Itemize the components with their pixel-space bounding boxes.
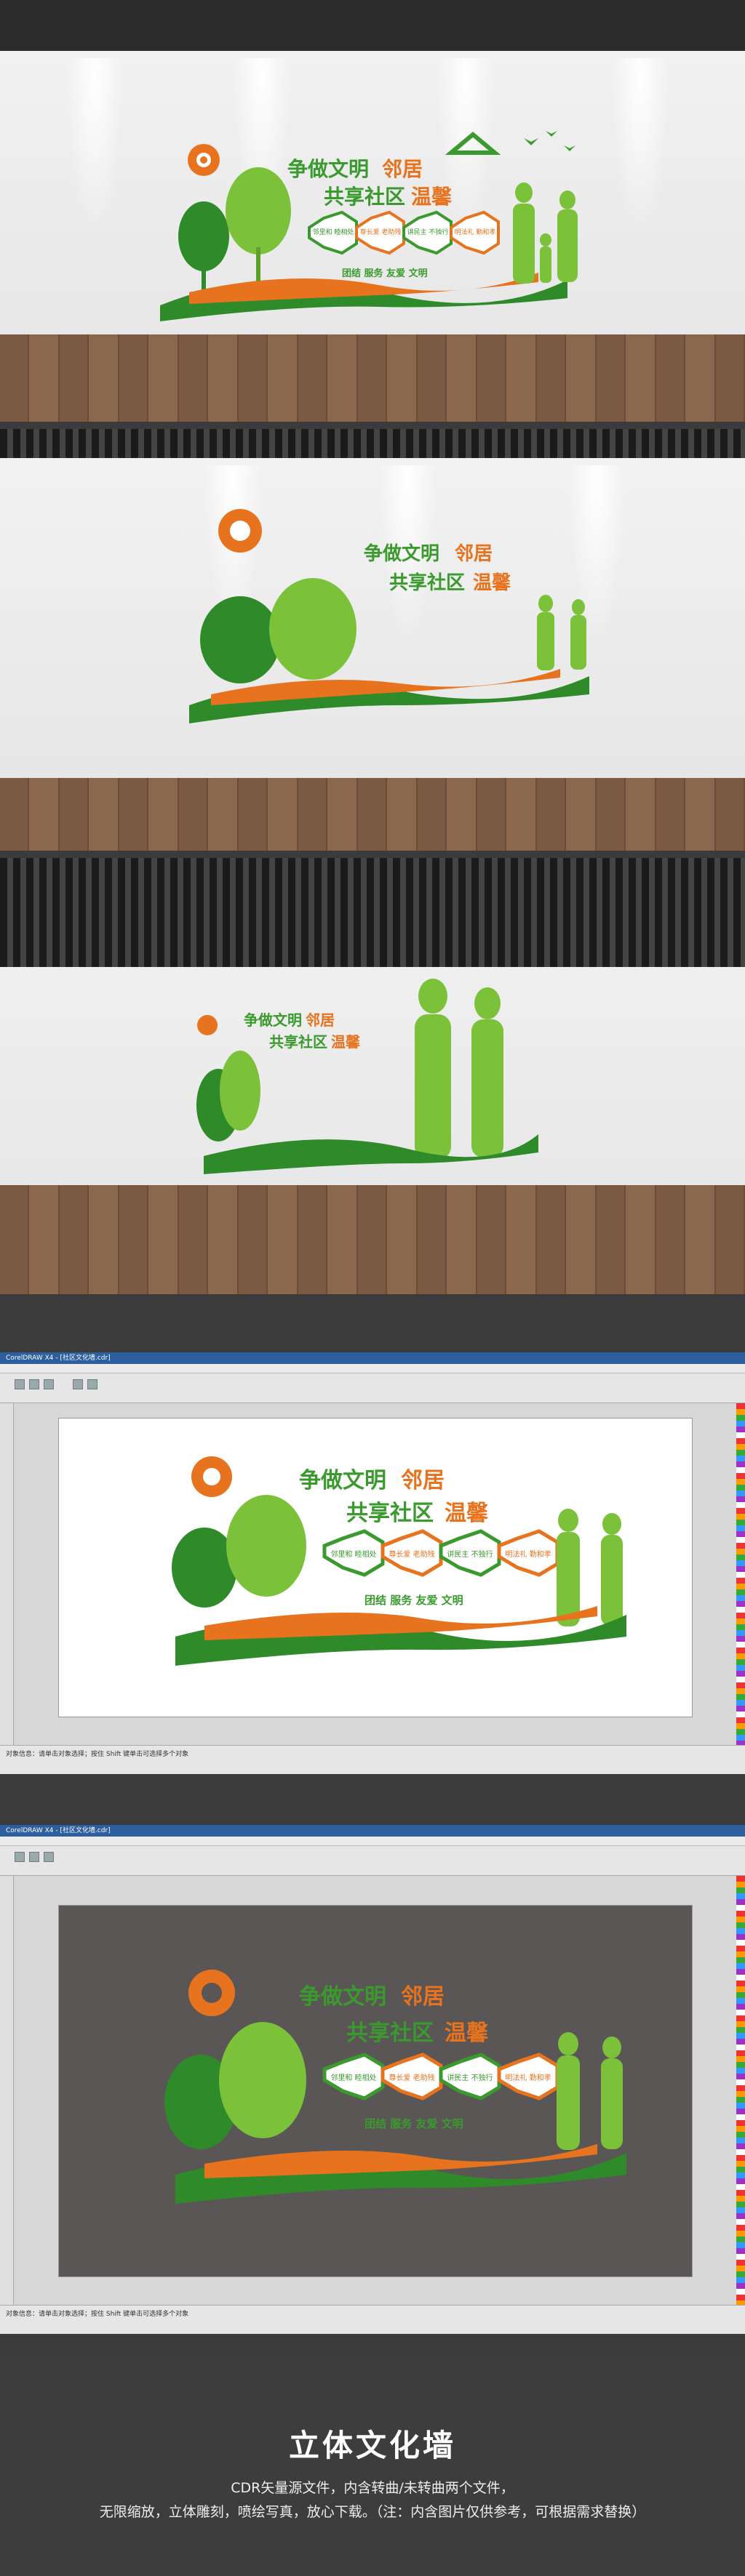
drawing-canvas[interactable]: 争做文明 邻居 共享社区 温馨 邻里和 睦相处 尊长爱 老助残 讲民主 不独行 … [58,1418,693,1717]
tree-icon [226,167,291,254]
family-silhouette-icon [415,979,503,1160]
birds-icon [524,131,575,151]
color-palette[interactable] [736,1403,745,1745]
software-window-1: CorelDRAW X4 - [社区文化墙.cdr] 争做文明 邻居 共享社区 … [0,1352,745,1774]
tree-icon [178,201,229,271]
svg-text:邻居: 邻居 [382,157,423,181]
svg-text:邻里和 睦相处: 邻里和 睦相处 [330,1549,376,1559]
tree-icon [269,578,356,680]
save-icon[interactable] [44,1852,54,1862]
new-file-icon[interactable] [15,1852,25,1862]
toolbar [0,1846,745,1876]
svg-text:温馨: 温馨 [473,572,511,594]
open-file-icon[interactable] [29,1379,39,1389]
undo-icon[interactable] [73,1379,83,1389]
svg-text:讲民主 不独行: 讲民主 不独行 [447,1549,493,1559]
save-icon[interactable] [44,1379,54,1389]
svg-text:尊长爱 老助残: 尊长爱 老助残 [389,1549,434,1559]
svg-text:讲民主 不独行: 讲民主 不独行 [407,228,449,236]
family-silhouette-icon [513,182,578,284]
svg-text:共享社区: 共享社区 [346,1501,434,1526]
culture-wall-artwork: 争做文明 邻居 共享社区 温馨 邻里和 睦相处 尊长爱 老助残 讲民主 不独行 … [160,131,578,321]
svg-text:邻居: 邻居 [401,1984,445,2010]
slogan-line-2: 共享社区 [324,185,405,209]
svg-text:明法礼 勤和孝: 明法礼 勤和孝 [505,1549,551,1559]
hex-badges: 邻里和 睦相处 尊长爱 老助残 讲民主 不独行 明法礼 勤和孝 [322,1529,559,1577]
svg-text:争做文明: 争做文明 [244,1011,302,1029]
svg-text:温馨: 温馨 [331,1033,361,1051]
menu-bar[interactable] [0,1364,745,1373]
redo-icon[interactable] [87,1379,97,1389]
sun-icon [197,1015,218,1035]
hex-badges: 邻里和 睦相处 尊长爱 老助残 讲民主 不独行 明法礼 勤和孝 [322,2053,559,2100]
tree-icon [200,596,280,683]
svg-text:邻居: 邻居 [455,543,493,565]
svg-text:明法礼 勤和孝: 明法礼 勤和孝 [505,2073,551,2082]
svg-text:共享社区: 共享社区 [269,1033,327,1051]
svg-text:邻里和 睦相处: 邻里和 睦相处 [313,228,354,236]
values-text: 团结 服务 友爱 文明 [364,2117,463,2130]
open-file-icon[interactable] [29,1852,39,1862]
culture-wall-artwork: 争做文明 邻居 共享社区 温馨 [189,509,589,723]
svg-text:共享社区: 共享社区 [346,2021,434,2046]
culture-wall-artwork: 争做文明 邻居 共享社区 温馨 邻里和 睦相处 尊长爱 老助残 讲民主 不独行 … [164,1970,626,2204]
menu-bar[interactable] [0,1837,745,1846]
values-text: 团结 服务 友爱 文明 [342,268,428,279]
separator [0,1774,745,1825]
ceiling [0,0,745,51]
svg-text:争做文明: 争做文明 [364,542,439,565]
svg-text:邻居: 邻居 [306,1011,335,1029]
wood-floor [0,334,745,422]
software-window-2: CorelDRAW X4 - [社区文化墙.cdr] 争做文明 邻居 共享社区 … [0,1825,745,2334]
product-description-line-1: CDR矢量源文件，内含转曲/未转曲两个文件， [231,2480,514,2496]
svg-text:温馨: 温馨 [411,185,453,209]
svg-text:争做文明: 争做文明 [299,1984,386,2010]
product-description-line-2: 无限缩放，立体雕刻，喷绘写真，放心下载。（注：内含图片仅供参考，可根据需求替换） [99,2504,646,2520]
tree-icon [226,1495,306,1597]
svg-text:温馨: 温馨 [445,1501,489,1526]
svg-text:温馨: 温馨 [445,2021,489,2046]
house-roof-icon [445,132,501,155]
tree-icon [220,1051,260,1131]
svg-text:讲民主 不独行: 讲民主 不独行 [447,2073,493,2082]
svg-text:争做文明: 争做文明 [299,1468,386,1493]
toolbox[interactable] [0,1876,14,2305]
svg-text:尊长爱 老助残: 尊长爱 老助残 [389,2073,434,2082]
color-palette[interactable] [736,1876,745,2305]
svg-text:邻居: 邻居 [401,1468,445,1493]
culture-wall-artwork: 争做文明 邻居 共享社区 温馨 [196,979,538,1174]
status-bar: 对象信息：请单击对象选择；按住 Shift 键单击可选择多个对象 [0,2305,745,2334]
separator [0,1294,745,1352]
family-silhouette-icon [557,2032,623,2150]
product-title: 立体文化墙 [288,2428,456,2463]
toolbox[interactable] [0,1403,14,1745]
family-silhouette-icon [537,595,586,670]
tree-icon [219,2022,306,2138]
ceiling [0,429,745,458]
window-title: CorelDRAW X4 - [社区文化墙.cdr] [0,1825,745,1837]
new-file-icon[interactable] [15,1379,25,1389]
svg-text:邻里和 睦相处: 邻里和 睦相处 [330,2073,376,2082]
svg-text:明法礼 勤和孝: 明法礼 勤和孝 [455,228,496,236]
status-bar: 对象信息：请单击对象选择；按住 Shift 键单击可选择多个对象 [0,1745,745,1774]
svg-text:尊长爱 老助残: 尊长爱 老助残 [360,228,402,236]
toolbar [0,1373,745,1403]
values-text: 团结 服务 友爱 文明 [364,1594,463,1607]
spotlight [611,58,669,233]
mockup-panel-1: 争做文明 邻居 共享社区 温馨 邻里和 睦相处 尊长爱 老助残 讲民主 不独行 … [0,0,745,422]
mockup-panel-2: 争做文明 邻居 共享社区 温馨 [0,429,745,851]
drawing-canvas[interactable]: 争做文明 邻居 共享社区 温馨 邻里和 睦相处 尊长爱 老助残 讲民主 不独行 … [58,1905,693,2277]
culture-wall-artwork: 争做文明 邻居 共享社区 温馨 邻里和 睦相处 尊长爱 老助残 讲民主 不独行 … [172,1456,626,1666]
spotlight [65,58,124,233]
slogan-line-1: 争做文明 [287,157,369,181]
mockup-panel-3: 争做文明 邻居 共享社区 温馨 [0,858,745,1294]
product-footer: 立体文化墙 CDR矢量源文件，内含转曲/未转曲两个文件， 无限缩放，立体雕刻，喷… [0,2356,745,2576]
hex-badges: 邻里和 睦相处 尊长爱 老助残 讲民主 不独行 明法礼 勤和孝 [308,210,500,255]
window-title: CorelDRAW X4 - [社区文化墙.cdr] [0,1352,745,1364]
svg-text:共享社区: 共享社区 [389,571,465,594]
wood-floor [0,1185,745,1294]
wood-floor [0,778,745,851]
